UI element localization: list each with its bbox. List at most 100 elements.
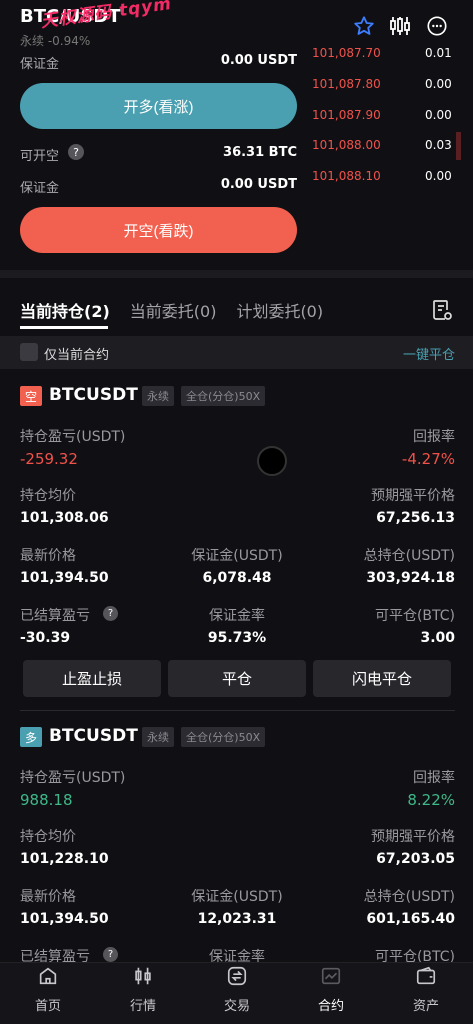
ask-qty: 0.00	[425, 108, 452, 122]
margin-mode-tag: 全仓(分仓)50X	[181, 727, 266, 747]
pnl-label: 持仓盈亏(USDT)	[20, 429, 126, 445]
nav-trade[interactable]: 交易	[207, 965, 267, 1014]
position-margin-label: 保证金(USDT)	[191, 548, 283, 564]
roe-value: -4.27%	[401, 450, 455, 468]
last-price-label: 最新价格	[20, 889, 76, 905]
total-position-label: 总持仓(USDT)	[363, 548, 455, 564]
last-price-value: 101,394.50	[20, 570, 109, 586]
contract-chart-icon	[301, 965, 361, 991]
close-position-button[interactable]: 平仓	[168, 660, 306, 697]
ask-price[interactable]: 101,088.10	[312, 169, 381, 183]
total-position-label: 总持仓(USDT)	[363, 889, 455, 905]
bottom-nav: 首页 行情 交易 合约 资产	[0, 962, 473, 1024]
position-divider	[20, 710, 455, 711]
nav-label: 资产	[412, 999, 439, 1014]
floating-assistive-ball[interactable]	[257, 446, 287, 476]
position-symbol: BTCUSDT	[49, 385, 138, 405]
pnl-value: -259.32	[20, 450, 78, 468]
liq-price-value: 67,203.05	[376, 851, 455, 867]
nav-assets[interactable]: 资产	[396, 965, 456, 1014]
more-options-icon[interactable]	[425, 14, 449, 38]
avg-price-value: 101,228.10	[20, 851, 109, 867]
perpetual-tag: 永续	[142, 727, 174, 747]
depth-bar	[456, 132, 461, 160]
realized-pnl-value: -30.39	[20, 630, 71, 646]
total-position-value: 303,924.18	[366, 570, 455, 586]
margin-rate-label: 保证金率	[209, 608, 265, 624]
roe-value: 8.22%	[407, 791, 455, 809]
help-icon[interactable]: ?	[68, 144, 84, 160]
home-icon	[18, 965, 78, 991]
help-icon[interactable]: ?	[103, 606, 118, 621]
ask-price[interactable]: 101,088.00	[312, 138, 381, 152]
roe-label: 回报率	[413, 770, 455, 786]
can-short-value: 36.31 BTC	[223, 145, 297, 160]
watermark: 天权源码 tqym	[39, 0, 174, 33]
can-short-label: 可开空	[20, 149, 60, 164]
nav-label: 行情	[129, 999, 156, 1014]
open-long-button[interactable]: 开多(看涨)	[20, 83, 297, 129]
active-tab-indicator	[20, 326, 108, 329]
ask-qty: 0.01	[425, 46, 452, 60]
nav-contract[interactable]: 合约	[301, 965, 361, 1014]
margin-label: 保证金	[20, 57, 60, 72]
short-side-badge: 空	[20, 386, 42, 406]
close-all-link[interactable]: 一键平仓	[380, 344, 455, 363]
position-symbol: BTCUSDT	[49, 726, 138, 746]
section-divider	[0, 270, 473, 278]
pnl-label: 持仓盈亏(USDT)	[20, 770, 126, 786]
position-margin-label: 保证金(USDT)	[191, 889, 283, 905]
ask-price[interactable]: 101,087.90	[312, 108, 381, 122]
perpetual-tag: 永续	[142, 386, 174, 406]
avg-price-value: 101,308.06	[20, 510, 109, 526]
position-margin-value: 6,078.48	[202, 570, 272, 586]
position-tabs: 当前持仓(2) 当前委托(0) 计划委托(0)	[20, 298, 453, 322]
roe-label: 回报率	[413, 429, 455, 445]
margin-value: 0.00 USDT	[220, 53, 297, 68]
favorite-star-icon[interactable]	[352, 14, 376, 38]
nav-label: 交易	[223, 999, 250, 1014]
nav-market[interactable]: 行情	[113, 965, 173, 1014]
ask-price[interactable]: 101,087.80	[312, 77, 381, 91]
tab-plan-orders[interactable]: 计划委托(0)	[236, 298, 323, 322]
margin-rate-value: 95.73%	[207, 630, 267, 646]
position-margin-value: 12,023.31	[197, 911, 277, 927]
only-current-label: 仅当前合约	[44, 348, 110, 363]
avg-price-label: 持仓均价	[20, 488, 76, 504]
long-side-badge: 多	[20, 727, 42, 747]
nav-home[interactable]: 首页	[18, 965, 78, 1014]
liq-price-label: 预期强平价格	[371, 829, 455, 845]
last-price-label: 最新价格	[20, 548, 76, 564]
candlestick-icon	[113, 965, 173, 991]
ask-price[interactable]: 101,087.70	[312, 46, 381, 60]
closable-value: 3.00	[420, 630, 455, 646]
nav-label: 合约	[317, 999, 344, 1014]
last-price-value: 101,394.50	[20, 911, 109, 927]
order-history-icon[interactable]	[430, 298, 454, 322]
exchange-icon	[207, 965, 267, 991]
only-current-checkbox[interactable]	[20, 343, 38, 361]
symbol-subtitle: 永续 -0.94%	[20, 34, 91, 48]
wallet-icon	[396, 965, 456, 991]
ask-qty: 0.00	[425, 169, 452, 183]
kline-chart-icon[interactable]	[388, 14, 412, 38]
total-position-value: 601,165.40	[366, 911, 455, 927]
liq-price-label: 预期强平价格	[371, 488, 455, 504]
flash-close-button[interactable]: 闪电平仓	[313, 660, 451, 697]
tab-current-positions[interactable]: 当前持仓(2)	[20, 298, 110, 322]
ask-qty: 0.00	[425, 77, 452, 91]
tp-sl-button[interactable]: 止盈止损	[23, 660, 161, 697]
open-short-button[interactable]: 开空(看跌)	[20, 207, 297, 253]
margin-mode-tag: 全仓(分仓)50X	[181, 386, 266, 406]
realized-pnl-label: 已结算盈亏	[20, 608, 90, 624]
avg-price-label: 持仓均价	[20, 829, 76, 845]
closable-label: 可平仓(BTC)	[374, 608, 455, 624]
tab-current-orders[interactable]: 当前委托(0)	[130, 298, 217, 322]
liq-price-value: 67,256.13	[376, 510, 455, 526]
pnl-value: 988.18	[20, 791, 73, 809]
ask-qty: 0.03	[425, 138, 452, 152]
help-icon[interactable]: ?	[103, 947, 118, 962]
margin-label-2: 保证金	[20, 181, 60, 196]
margin-value-2: 0.00 USDT	[220, 177, 297, 192]
nav-label: 首页	[34, 999, 61, 1014]
